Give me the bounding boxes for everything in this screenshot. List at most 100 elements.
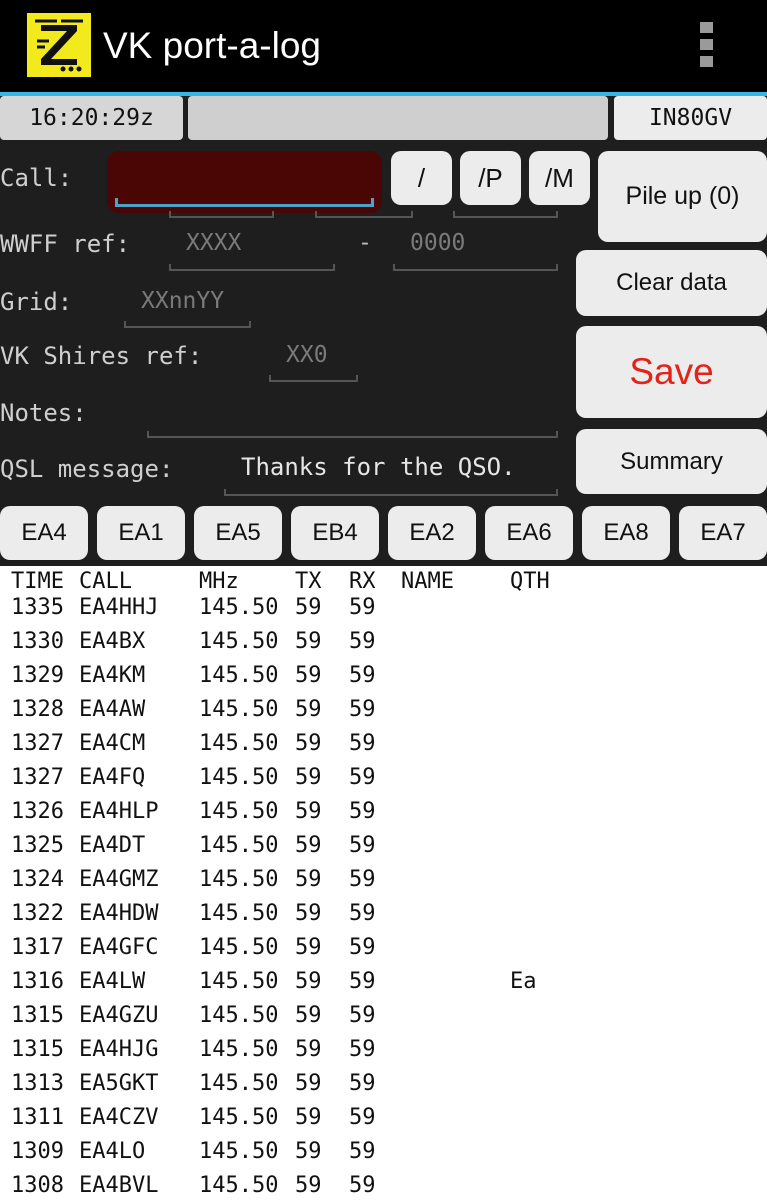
log-cell-rx: 59 <box>349 765 376 790</box>
prefix-button[interactable]: EA2 <box>388 506 476 560</box>
log-cell-tx: 59 <box>295 833 322 858</box>
app-title: VK port-a-log <box>103 25 321 66</box>
log-cell-mhz: 145.50 <box>199 935 279 960</box>
grid-input[interactable]: XXnnYY <box>141 288 224 314</box>
clear-data-button[interactable]: Clear data <box>576 250 767 316</box>
log-cell-tx: 59 <box>295 595 322 620</box>
log-cell-call: EA4AW <box>79 697 146 722</box>
prefix-button-row: EA4 EA1 EA5 EB4 EA2 EA6 EA8 EA7 <box>0 506 767 562</box>
log-cell-call: EA4HJG <box>79 1037 159 1062</box>
log-cell-call: EA4KM <box>79 663 146 688</box>
log-cell-mhz: 145.50 <box>199 867 279 892</box>
log-cell-rx: 59 <box>349 1071 376 1096</box>
grid-label: Grid: <box>0 288 73 316</box>
log-cell-tx: 59 <box>295 867 322 892</box>
log-cell-rx: 59 <box>349 697 376 722</box>
log-cell-mhz: 145.50 <box>199 969 279 994</box>
qso-log-table[interactable]: TIME CALL MHz TX RX NAME QTH 1335 EA4HHJ 1… <box>0 566 767 1200</box>
shires-input[interactable]: XX0 <box>286 342 328 368</box>
log-cell-mhz: 145.50 <box>199 1105 279 1130</box>
log-cell-time: 1309 <box>11 1139 64 1164</box>
log-cell-tx: 59 <box>295 969 322 994</box>
log-cell-call: EA4BX <box>79 629 146 654</box>
header-mhz: MHz <box>199 569 239 594</box>
log-cell-rx: 59 <box>349 1003 376 1028</box>
log-cell-rx: 59 <box>349 1139 376 1164</box>
call-extra-underline <box>315 211 413 218</box>
log-cell-time: 1315 <box>11 1037 64 1062</box>
log-cell-call: EA4LO <box>79 1139 146 1164</box>
qsl-message-input[interactable]: Thanks for the QSO. <box>241 453 516 481</box>
overflow-menu-icon[interactable] <box>700 22 714 68</box>
log-cell-call: EA4GFC <box>79 935 159 960</box>
status-field <box>188 96 608 140</box>
log-cell-time: 1326 <box>11 799 64 824</box>
wwff-prefix-input[interactable]: XXXX <box>186 230 241 256</box>
log-cell-time: 1311 <box>11 1105 64 1130</box>
log-cell-mhz: 145.50 <box>199 595 279 620</box>
call-suffix-underline <box>169 211 274 218</box>
log-cell-time: 1313 <box>11 1071 64 1096</box>
log-cell-rx: 59 <box>349 731 376 756</box>
pileup-button[interactable]: Pile up (0) <box>598 151 767 242</box>
header-tx: TX <box>295 569 322 594</box>
log-cell-rx: 59 <box>349 901 376 926</box>
log-cell-time: 1330 <box>11 629 64 654</box>
call-extra2-underline <box>453 211 558 218</box>
notes-label: Notes: <box>0 399 87 427</box>
mobile-button[interactable]: /M <box>529 151 590 205</box>
summary-button[interactable]: Summary <box>576 429 767 494</box>
log-cell-tx: 59 <box>295 935 322 960</box>
shires-underline <box>269 375 358 382</box>
wwff-number-input[interactable]: 0000 <box>410 230 465 256</box>
save-button[interactable]: Save <box>576 326 767 418</box>
log-cell-call: EA4CZV <box>79 1105 159 1130</box>
header-call: CALL <box>79 569 132 594</box>
log-cell-time: 1315 <box>11 1003 64 1028</box>
prefix-button[interactable]: EB4 <box>291 506 379 560</box>
app-logo-icon <box>27 13 91 77</box>
log-cell-tx: 59 <box>295 1071 322 1096</box>
entry-form: 16:20:29z IN80GV Call: / /P /M Pile up (… <box>0 96 767 566</box>
log-cell-mhz: 145.50 <box>199 1003 279 1028</box>
utc-clock: 16:20:29z <box>0 96 183 140</box>
log-cell-tx: 59 <box>295 799 322 824</box>
log-cell-call: EA4GZU <box>79 1003 159 1028</box>
header-time: TIME <box>11 569 64 594</box>
log-cell-rx: 59 <box>349 629 376 654</box>
call-input[interactable] <box>107 151 382 213</box>
log-cell-call: EA4BVL <box>79 1173 159 1198</box>
prefix-button[interactable]: EA8 <box>582 506 670 560</box>
prefix-button[interactable]: EA5 <box>194 506 282 560</box>
log-cell-time: 1325 <box>11 833 64 858</box>
log-cell-time: 1308 <box>11 1173 64 1198</box>
prefix-button[interactable]: EA7 <box>679 506 767 560</box>
grid-underline <box>124 321 251 328</box>
portable-button[interactable]: /P <box>460 151 521 205</box>
wwff-label: WWFF ref: <box>0 230 131 258</box>
slash-button[interactable]: / <box>391 151 452 205</box>
prefix-button[interactable]: EA1 <box>97 506 185 560</box>
grid-locator-button[interactable]: IN80GV <box>614 96 767 140</box>
log-cell-tx: 59 <box>295 697 322 722</box>
log-cell-call: EA4DT <box>79 833 146 858</box>
app-bar: VK port-a-log <box>0 0 767 92</box>
log-cell-time: 1335 <box>11 595 64 620</box>
log-cell-rx: 59 <box>349 1105 376 1130</box>
log-cell-call: EA4CM <box>79 731 146 756</box>
log-cell-time: 1327 <box>11 765 64 790</box>
qsl-underline <box>224 489 558 496</box>
notes-input[interactable] <box>147 431 558 438</box>
wwff-dash: - <box>358 230 372 256</box>
wwff-number-underline <box>393 264 558 271</box>
prefix-button[interactable]: EA4 <box>0 506 88 560</box>
log-cell-time: 1329 <box>11 663 64 688</box>
prefix-button[interactable]: EA6 <box>485 506 573 560</box>
shires-label: VK Shires ref: <box>0 342 203 370</box>
log-cell-call: EA4FQ <box>79 765 146 790</box>
log-cell-tx: 59 <box>295 629 322 654</box>
wwff-prefix-underline <box>169 264 335 271</box>
log-cell-time: 1328 <box>11 697 64 722</box>
log-cell-tx: 59 <box>295 1105 322 1130</box>
log-cell-mhz: 145.50 <box>199 697 279 722</box>
